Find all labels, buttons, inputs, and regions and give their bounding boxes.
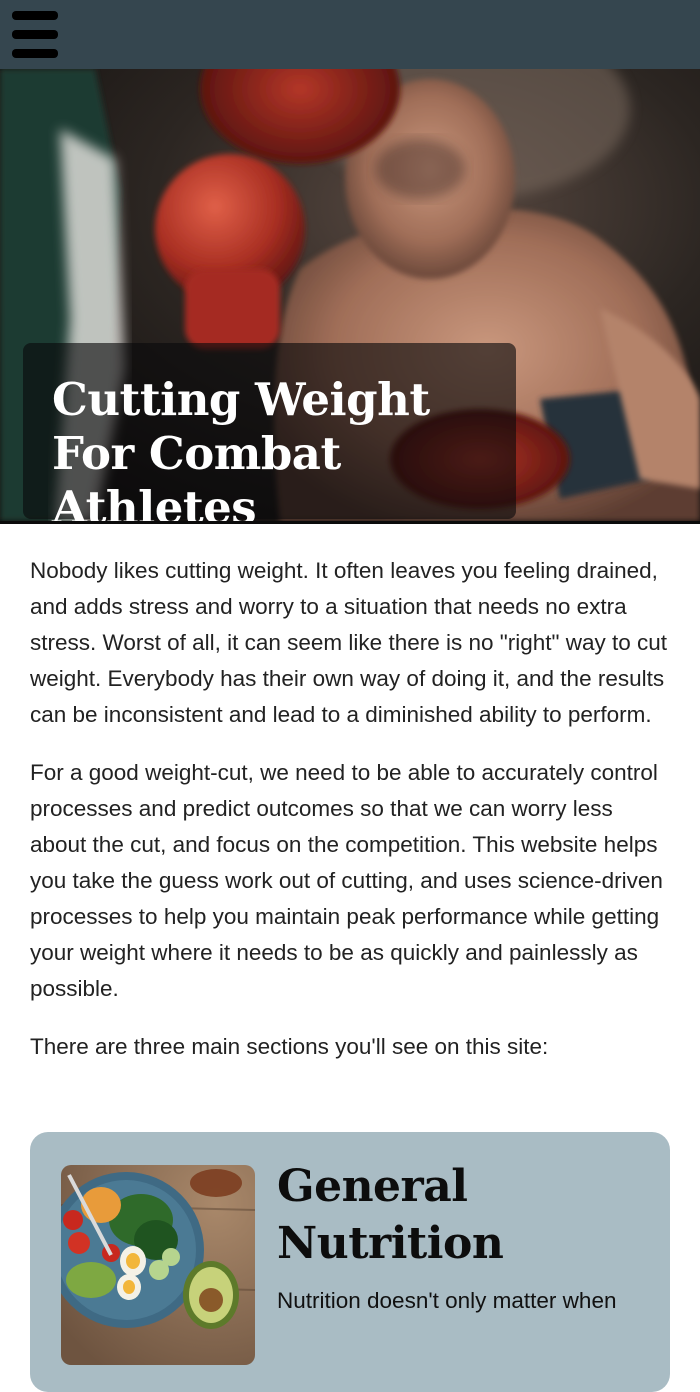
menu-line [12, 11, 58, 20]
hero-title-overlay: Cutting Weight For Combat Athletes [23, 343, 516, 521]
section-title[interactable]: General Nutrition [277, 1158, 657, 1272]
top-nav-bar [0, 0, 700, 69]
hero-banner: Cutting Weight For Combat Athletes [0, 69, 700, 521]
intro-content: Nobody likes cutting weight. It often le… [30, 553, 675, 1087]
menu-line [12, 30, 58, 39]
menu-line [12, 49, 58, 58]
section-description: Nutrition doesn't only matter when [277, 1288, 617, 1313]
food-bowl-photo [61, 1165, 255, 1365]
hero-divider [0, 521, 700, 524]
intro-paragraph: For a good weight-cut, we need to be abl… [30, 760, 663, 1001]
intro-paragraph: There are three main sections you'll see… [30, 1034, 549, 1059]
page-title: Cutting Weight For Combat Athletes [52, 373, 430, 521]
section-card-general-nutrition[interactable]: General Nutrition Nutrition doesn't only… [30, 1132, 670, 1392]
hamburger-menu-icon[interactable] [12, 11, 58, 59]
intro-paragraph: Nobody likes cutting weight. It often le… [30, 558, 668, 727]
